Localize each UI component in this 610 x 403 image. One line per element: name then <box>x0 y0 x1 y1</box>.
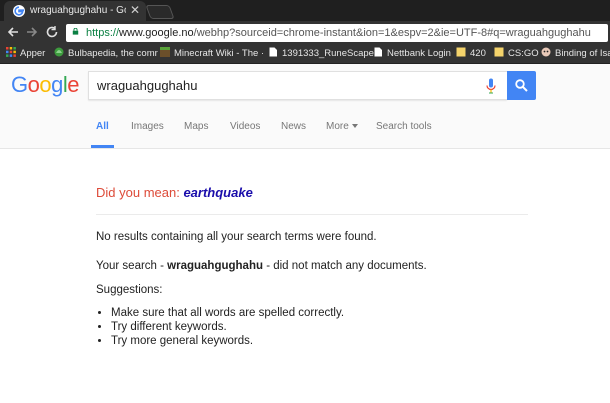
minecraft-icon <box>160 47 170 57</box>
google-favicon-icon <box>13 5 25 17</box>
bookmark-apps[interactable]: Apper <box>6 47 45 61</box>
list-item: Make sure that all words are spelled cor… <box>111 306 344 320</box>
active-tab-indicator <box>91 145 114 148</box>
spelling-suggestion-link[interactable]: earthquake <box>183 185 252 200</box>
search-input[interactable]: wraguahgughahu <box>88 71 507 100</box>
bookmark-runescape[interactable]: 1391333_RuneScape <box>268 47 374 61</box>
google-logo[interactable]: Google <box>11 72 80 98</box>
bookmark-folder-420[interactable]: 420 <box>456 47 486 61</box>
browser-toolbar: https://www.google.no/webhp?sourceid=chr… <box>0 21 610 45</box>
page-icon <box>374 47 382 57</box>
suggestions-list: Make sure that all words are spelled cor… <box>96 306 344 348</box>
bookmark-nettbank[interactable]: Nettbank Login <box>373 47 451 61</box>
logo-letter: o <box>39 72 52 97</box>
lock-icon <box>72 28 79 35</box>
tab-news[interactable]: News <box>281 121 306 132</box>
logo-letter: G <box>11 72 28 97</box>
your-search-message: Your search - wraguahgughahu - did not m… <box>96 260 427 272</box>
your-search-term: wraguahgughahu <box>167 260 264 272</box>
search-button[interactable] <box>507 71 536 100</box>
tab-videos[interactable]: Videos <box>230 121 260 132</box>
tab-more[interactable]: More <box>326 121 358 132</box>
list-item: Try more general keywords. <box>111 334 344 348</box>
bookmark-minecraft-wiki[interactable]: Minecraft Wiki - The · <box>160 47 264 61</box>
url-text: https://www.google.no/webhp?sourceid=chr… <box>86 27 591 39</box>
back-arrow-icon[interactable] <box>5 25 21 41</box>
close-tab-icon[interactable]: ✕ <box>130 4 140 16</box>
tab-all[interactable]: All <box>96 121 109 132</box>
list-item: Try different keywords. <box>111 320 344 334</box>
suggestions-heading: Suggestions: <box>96 284 163 296</box>
tab-strip: wraguahgughahu - Goog ✕ <box>0 0 610 21</box>
bookmark-folder-csgo[interactable]: CS:GO <box>494 47 539 61</box>
tab-search-tools[interactable]: Search tools <box>376 121 432 132</box>
no-results-message: No results containing all your search te… <box>96 231 377 243</box>
bookmark-bulbapedia[interactable]: Bulbapedia, the comr <box>54 47 158 61</box>
tab-images[interactable]: Images <box>131 121 164 132</box>
browser-tab[interactable]: wraguahgughahu - Goog ✕ <box>4 1 146 21</box>
address-bar[interactable]: https://www.google.no/webhp?sourceid=chr… <box>66 24 608 42</box>
bulbapedia-icon <box>54 47 64 57</box>
reload-icon[interactable] <box>44 25 60 41</box>
tab-title: wraguahgughahu - Goog <box>30 5 126 16</box>
logo-letter: o <box>27 72 40 97</box>
folder-icon <box>494 47 504 57</box>
caret-down-icon <box>351 124 358 128</box>
logo-letter: g <box>51 72 63 97</box>
search-icon <box>515 79 528 92</box>
tab-maps[interactable]: Maps <box>184 121 208 132</box>
search-tabs: All Images Maps Videos News More Search … <box>0 106 610 149</box>
folder-icon <box>456 47 466 57</box>
isaac-icon <box>541 47 551 57</box>
bookmarks-bar: Apper Bulbapedia, the comr Minecraft Wik… <box>0 45 610 64</box>
new-tab-button[interactable] <box>145 5 175 19</box>
page-icon <box>269 47 277 57</box>
logo-letter: e <box>67 72 80 97</box>
forward-arrow-icon[interactable] <box>24 25 40 41</box>
apps-grid-icon <box>6 47 16 57</box>
google-header: Google wraguahgughahu <box>0 64 610 106</box>
bookmark-binding-of-isaac[interactable]: Binding of Isaa <box>541 47 610 61</box>
search-query-text: wraguahgughahu <box>97 78 198 93</box>
divider <box>96 214 528 215</box>
microphone-icon[interactable] <box>486 78 496 94</box>
did-you-mean: Did you mean: earthquake <box>96 185 253 200</box>
